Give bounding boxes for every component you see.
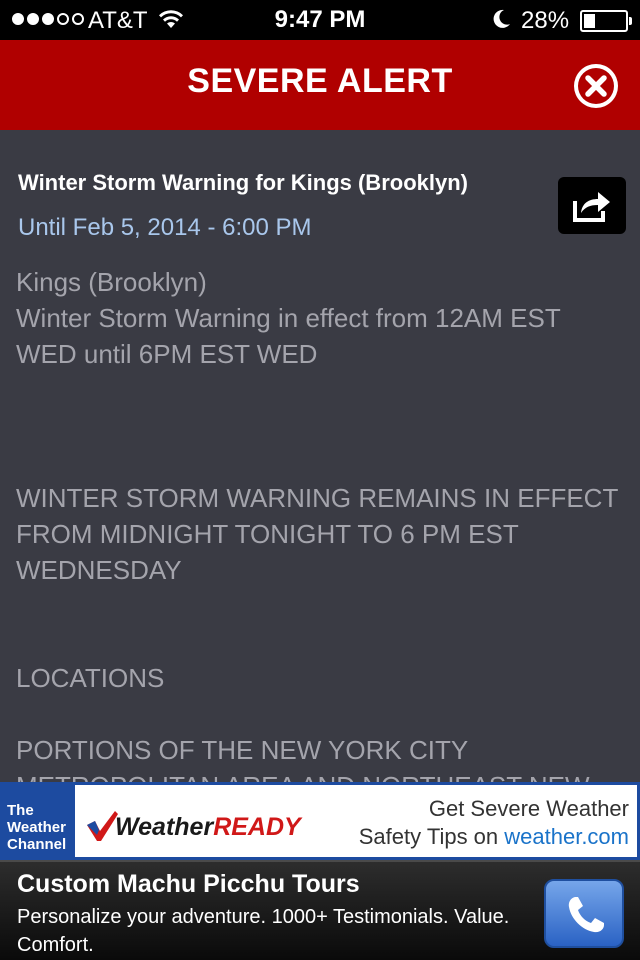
alert-title: Winter Storm Warning for Kings (Brooklyn… <box>18 170 468 195</box>
ad-banner[interactable]: Custom Machu Picchu Tours Personalize yo… <box>0 860 640 960</box>
alert-body: Kings (Brooklyn) Winter Storm Warning in … <box>16 264 626 782</box>
alert-body-line: Kings (Brooklyn) <box>16 267 207 297</box>
status-bar: AT&T 9:47 PM 28% <box>0 0 640 40</box>
alert-body-line <box>16 372 626 408</box>
battery-percent: 28% <box>521 7 570 34</box>
header-title: SEVERE ALERT <box>187 62 453 100</box>
weather-com-link[interactable]: weather.com <box>504 824 629 849</box>
ad-description: Personalize your adventure. 1000+ Testim… <box>17 906 510 956</box>
weather-channel-logo: The Weather Channel <box>0 782 75 860</box>
ad-title: Custom Machu Picchu Tours <box>17 870 360 898</box>
moon-icon <box>493 9 510 28</box>
checkmark-icon <box>87 811 118 841</box>
call-button[interactable] <box>544 879 624 948</box>
phone-icon <box>568 897 604 933</box>
alert-body-line: WINTER STORM WARNING REMAINS IN EFFECT F… <box>16 483 618 585</box>
alert-body-line <box>16 408 626 444</box>
banner-message: Get Severe Weather Safety Tips on weathe… <box>358 796 629 849</box>
alert-body-line: Winter Storm Warning in effect from 12AM… <box>16 303 561 369</box>
alert-header: SEVERE ALERT <box>0 40 640 130</box>
close-icon <box>585 75 607 97</box>
alert-body-line <box>16 444 626 480</box>
share-icon <box>573 192 610 222</box>
alert-body-line: PORTIONS OF THE NEW YORK CITY METROPOLIT… <box>16 735 590 782</box>
alert-body-line <box>16 588 626 624</box>
weather-ready-banner[interactable]: The Weather Channel WeatherREADY Get Sever… <box>0 782 640 860</box>
battery-icon <box>580 10 632 32</box>
alert-body-line: LOCATIONS <box>16 663 165 693</box>
alert-content[interactable]: Winter Storm Warning for Kings (Brooklyn… <box>0 130 640 782</box>
close-button[interactable] <box>574 64 618 108</box>
alert-body-line <box>16 624 626 660</box>
share-button[interactable] <box>558 177 626 234</box>
alert-expiry: Until Feb 5, 2014 - 6:00 PM <box>18 214 312 241</box>
alert-body-line <box>16 696 626 732</box>
